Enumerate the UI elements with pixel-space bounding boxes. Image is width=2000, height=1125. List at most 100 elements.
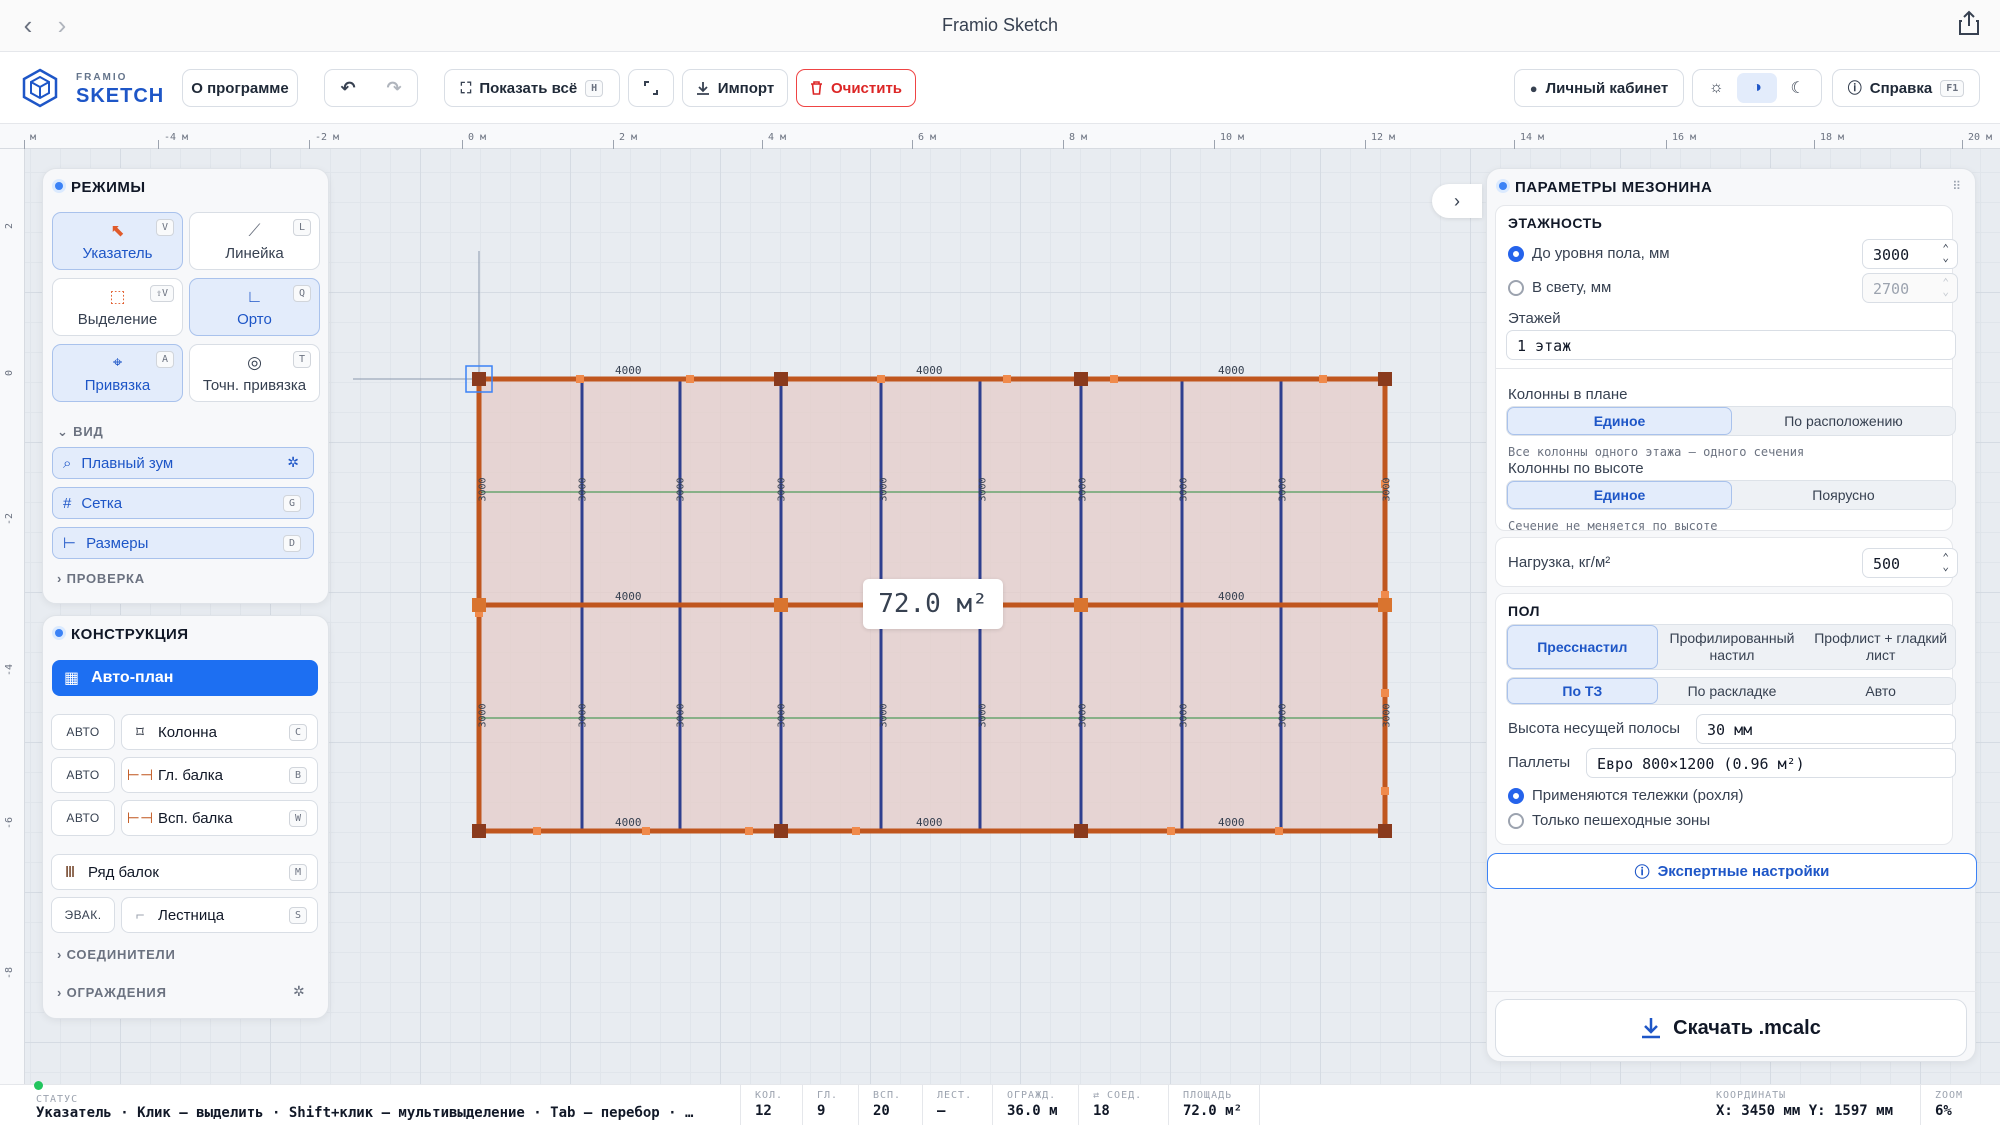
drag-handle-icon[interactable]: ⠿ xyxy=(1952,179,1961,193)
redo-icon[interactable]: ↷ xyxy=(371,78,417,99)
floor-type-option[interactable]: Профлист + гладкий лист xyxy=(1806,625,1955,669)
settings-icon[interactable]: ✲ xyxy=(293,983,305,1000)
dim-label: 3000 xyxy=(577,477,589,502)
moon-icon[interactable]: ☾ xyxy=(1777,78,1818,98)
chevron-right-icon: › xyxy=(57,985,63,1000)
show-all-button[interactable]: ⛶ Показать всё H xyxy=(444,69,620,107)
layout-option[interactable]: По ТЗ xyxy=(1507,678,1658,704)
stepper-icon[interactable]: ⌃ ⌄ xyxy=(1942,552,1949,572)
params-title: ПАРАМЕТРЫ МЕЗОНИНА xyxy=(1499,179,1712,196)
help-button[interactable]: ⓘ Справка F1 xyxy=(1832,69,1980,107)
stat-secondary-beams: ВСП. 20 xyxy=(858,1085,922,1125)
pallets-value: Евро 800×1200 (0.96 м²) xyxy=(1597,755,1805,773)
ruler-tick xyxy=(1214,140,1215,149)
trolley-radio[interactable] xyxy=(1508,788,1524,804)
fences-toggle[interactable]: › ОГРАЖДЕНИЯ xyxy=(57,985,167,1000)
settings-icon[interactable]: ✲ xyxy=(287,454,299,471)
view-section-toggle[interactable]: ⌄ ВИД xyxy=(57,424,104,440)
dim-label: 3000 xyxy=(477,477,489,502)
stat-value: 18 xyxy=(1093,1103,1110,1119)
columns-height-by-tier[interactable]: Поярусно xyxy=(1732,481,1955,509)
brand-small: FRAMIO xyxy=(76,72,128,83)
floor-type-switch: Пресснастил Профилированный настил Профл… xyxy=(1506,624,1956,670)
dim-label: 3000 xyxy=(878,477,890,502)
expert-settings-button[interactable]: ⓘ Экспертные настройки xyxy=(1487,853,1977,889)
ruler-label: 0 м xyxy=(468,132,487,143)
stepper-icon[interactable]: ⌃ ⌄ xyxy=(1942,243,1949,263)
mode-ruler[interactable]: ⟋ Линейка L xyxy=(189,212,320,270)
share-icon[interactable] xyxy=(1958,10,1980,43)
download-button[interactable]: Скачать .mcalc xyxy=(1495,999,1967,1057)
about-button[interactable]: О программе xyxy=(182,69,298,107)
ruler-label: 6 м xyxy=(918,132,937,143)
download-label: Скачать .mcalc xyxy=(1673,1016,1821,1039)
main-beam-tool[interactable]: ⊢⊣ Гл. балка B xyxy=(121,757,318,793)
mode-precise-snap[interactable]: ◎ Точн. привязка T xyxy=(189,344,320,402)
stat-title: ЛЕСТ. xyxy=(937,1090,973,1101)
dimensions-toggle[interactable]: ⊢ Размеры D xyxy=(52,527,314,559)
tool-shortcut: M xyxy=(288,863,307,881)
to-floor-radio[interactable] xyxy=(1508,246,1524,262)
grid-toggle[interactable]: # Сетка G xyxy=(52,487,314,519)
undo-redo-group: ↶ ↷ xyxy=(324,69,418,107)
load-label: Нагрузка, кг/м² xyxy=(1508,554,1611,571)
layout-switch: По ТЗ По раскладке Авто xyxy=(1506,677,1956,705)
undo-icon[interactable]: ↶ xyxy=(325,78,371,99)
secondary-beam-tool[interactable]: ⊢⊣ Всп. балка W xyxy=(121,800,318,836)
columns-plan-by-position[interactable]: По расположению xyxy=(1732,407,1955,435)
layout-option[interactable]: По раскладке xyxy=(1658,678,1807,704)
status-title: СТАТУС xyxy=(36,1094,79,1105)
sun-icon[interactable]: ☼ xyxy=(1696,79,1737,97)
auto-tag[interactable]: АВТО xyxy=(51,800,115,836)
autoplan-button[interactable]: ▦ Авто-план xyxy=(52,660,318,696)
mode-ortho[interactable]: ∟ Орто Q xyxy=(189,278,320,336)
floor-type-option[interactable]: Пресснастил xyxy=(1507,625,1658,669)
floors-count-select[interactable]: 1 этаж xyxy=(1506,330,1956,360)
mode-shortcut: A xyxy=(155,351,174,368)
stairs-tool[interactable]: ⌐ Лестница S xyxy=(121,897,318,933)
smooth-zoom-toggle[interactable]: ⌕ Плавный зум ✲ xyxy=(52,447,314,479)
pallets-select[interactable]: Евро 800×1200 (0.96 м²) xyxy=(1586,748,1956,778)
dim-label: 3000 xyxy=(1077,703,1089,728)
auto-tag[interactable]: АВТО xyxy=(51,757,115,793)
connectors-toggle[interactable]: › СОЕДИНИТЕЛИ xyxy=(57,947,176,962)
mode-pointer[interactable]: ⬉ Указатель V xyxy=(52,212,183,270)
ruler-tick xyxy=(613,140,614,149)
ruler-tick xyxy=(462,140,463,149)
fullscreen-button[interactable] xyxy=(628,69,674,107)
auto-tag[interactable]: АВТО xyxy=(51,714,115,750)
contrast-icon[interactable]: ◑ xyxy=(1736,73,1778,103)
columns-plan-uniform[interactable]: Единое xyxy=(1507,407,1732,435)
load-input[interactable]: 500 ⌃ ⌄ xyxy=(1862,548,1958,578)
layout-option[interactable]: Авто xyxy=(1806,678,1955,704)
floor-type-option[interactable]: Профилированный настил xyxy=(1658,625,1807,669)
beam-row-tool[interactable]: Ⅲ Ряд балок M xyxy=(51,854,318,890)
divider xyxy=(1487,991,1977,992)
ruler-label: 2 м xyxy=(619,132,638,143)
collapse-panel-button[interactable]: › xyxy=(1432,184,1482,218)
mode-selection[interactable]: ⬚ Выделение ⇧V xyxy=(52,278,183,336)
column-tool[interactable]: ⌑ Колонна C xyxy=(121,714,318,750)
tool-label: Ряд балок xyxy=(88,863,159,881)
strip-height-input[interactable]: 30 мм xyxy=(1696,714,1956,744)
account-button[interactable]: ● Личный кабинет xyxy=(1514,69,1684,107)
grid-icon: # xyxy=(63,494,72,512)
stairs-icon: ⌐ xyxy=(135,906,145,924)
mode-snap[interactable]: ⌖ Привязка A xyxy=(52,344,183,402)
clear-height-input[interactable]: 2700 ⌃ ⌄ xyxy=(1862,273,1958,303)
check-section-toggle[interactable]: › ПРОВЕРКА xyxy=(57,571,145,586)
stat-value: – xyxy=(937,1103,946,1119)
zoom-icon: ⌕ xyxy=(63,454,72,472)
stepper-icon[interactable]: ⌃ ⌄ xyxy=(1942,277,1949,297)
import-button[interactable]: Импорт xyxy=(682,69,788,107)
to-floor-input[interactable]: 3000 ⌃ ⌄ xyxy=(1862,239,1958,269)
clear-button[interactable]: Очистить xyxy=(796,69,916,107)
dim-label: 3000 xyxy=(977,703,989,728)
columns-height-uniform[interactable]: Единое xyxy=(1507,481,1732,509)
fit-icon: ⛶ xyxy=(460,79,472,97)
clear-height-radio[interactable] xyxy=(1508,280,1524,296)
walk-radio[interactable] xyxy=(1508,813,1524,829)
evac-tag[interactable]: ЭВАК. xyxy=(51,897,115,933)
info-icon: ⓘ xyxy=(1634,863,1650,881)
clear-height-label: В свету, мм xyxy=(1532,279,1612,296)
